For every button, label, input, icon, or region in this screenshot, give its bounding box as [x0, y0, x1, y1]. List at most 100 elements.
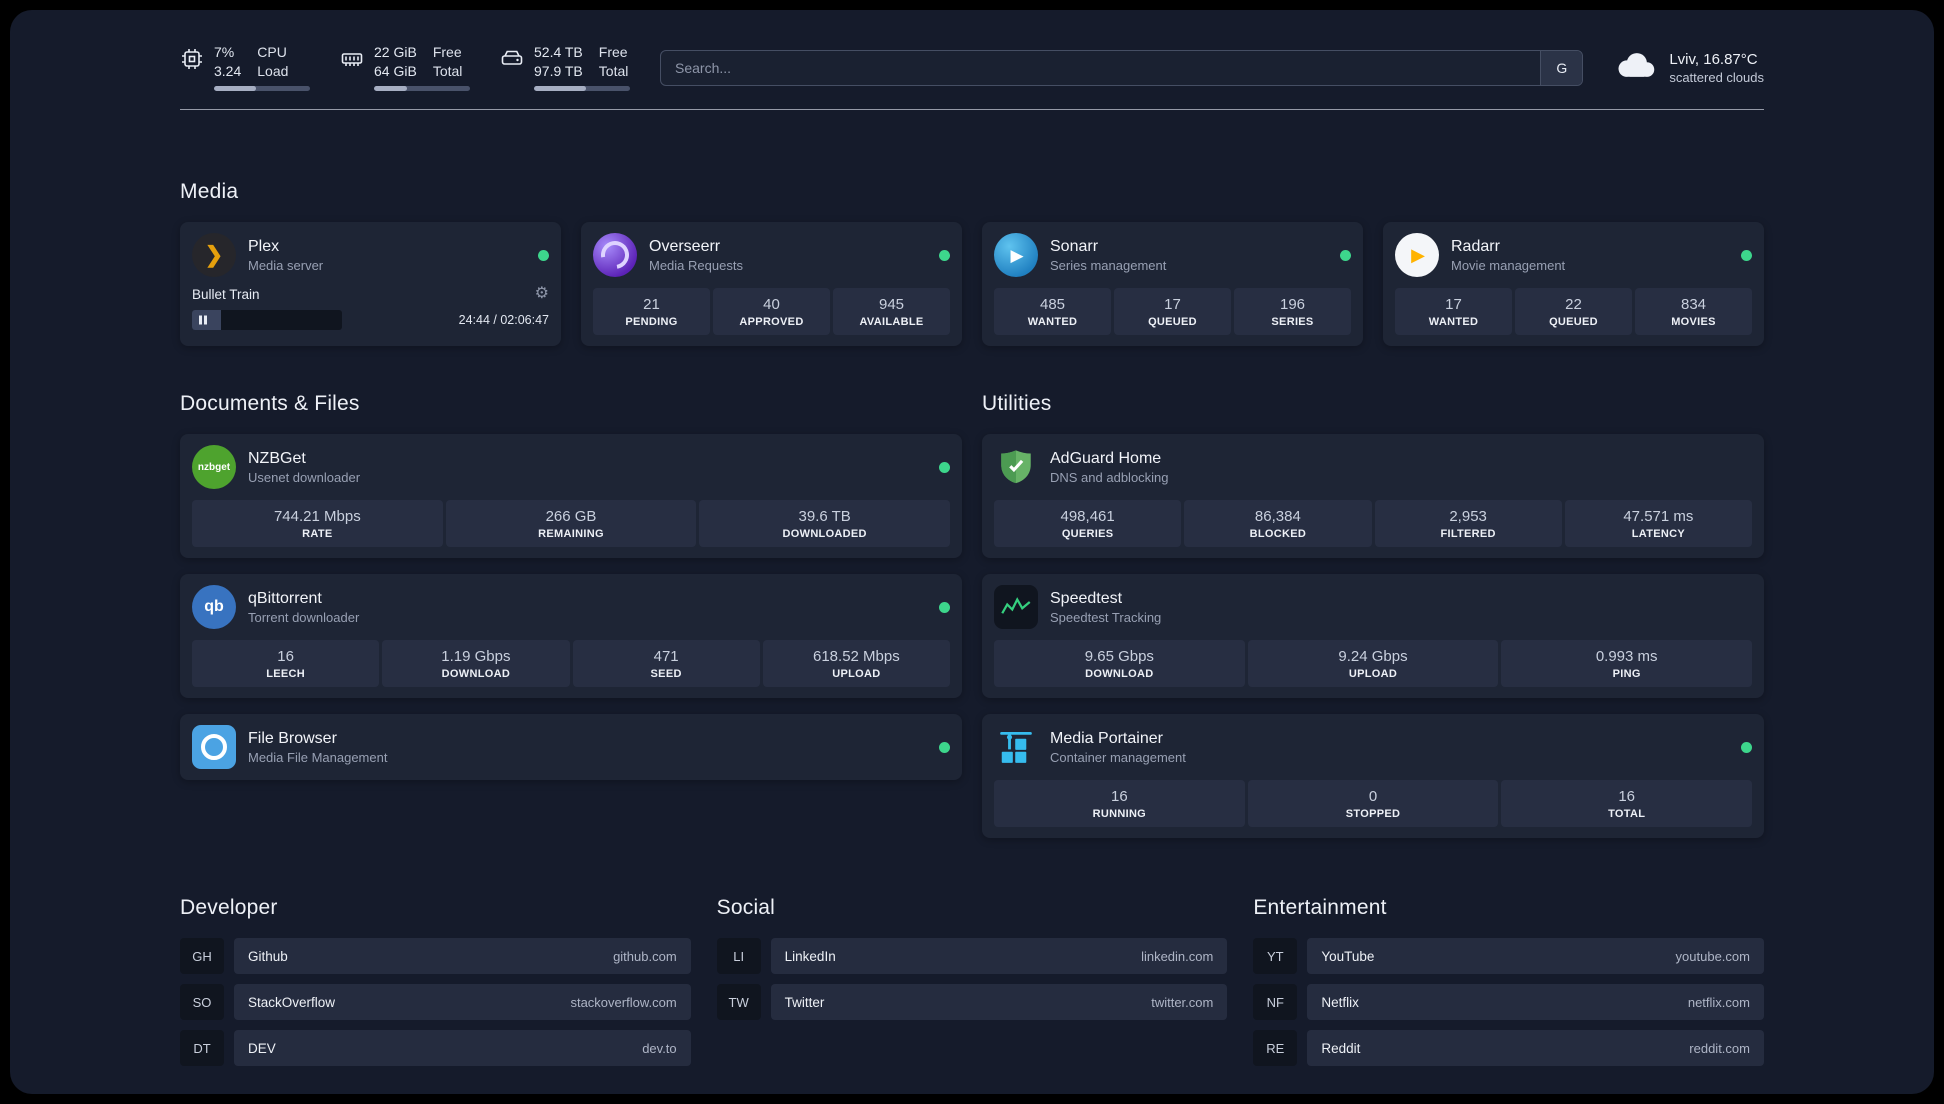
header-divider: [180, 109, 1764, 111]
bookmark-group-title: Entertainment: [1253, 896, 1387, 920]
bookmark-name: Github: [248, 948, 288, 964]
app-card-radarr[interactable]: ▶ Radarr Movie management 17 WANTED 22 QUE…: [1383, 222, 1764, 347]
stat-box: 39.6 TB DOWNLOADED: [699, 500, 951, 548]
app-card-overseerr[interactable]: Overseerr Media Requests 21 PENDING 40 APP…: [581, 222, 962, 347]
stat-box: 16 TOTAL: [1501, 780, 1753, 828]
app-subtitle: Media Requests: [649, 257, 743, 273]
app-card-speedtest[interactable]: Speedtest Speedtest Tracking 9.65 Gbps DO…: [982, 574, 1764, 699]
bookmark-url: linkedin.com: [1141, 948, 1214, 964]
stat-box: 9.65 Gbps DOWNLOAD: [994, 640, 1245, 688]
playback-progress-bar[interactable]: [192, 310, 342, 331]
stat-box: 471 SEED: [572, 640, 760, 688]
disk-icon: [500, 47, 524, 71]
nzbget-icon: nzbget: [192, 445, 236, 490]
bookmark-github[interactable]: GH Github github.com: [180, 938, 691, 975]
bookmark-linkedin[interactable]: LI LinkedIn linkedin.com: [716, 938, 1228, 975]
filebrowser-icon: [192, 725, 236, 770]
dashboard: 7% 3.24 CPU Load 22 GiB 64 GiB Free Tota…: [10, 10, 1934, 1094]
gear-icon[interactable]: ⚙: [535, 286, 549, 302]
stat-box: 47.571 ms LATENCY: [1564, 500, 1752, 548]
bookmark-group-social: Social LI LinkedIn linkedin.com TW Twitte…: [716, 896, 1228, 1066]
bookmark-name: Twitter: [784, 994, 825, 1010]
cloud-icon: [1613, 50, 1657, 85]
stat-box: 266 GB REMAINING: [445, 500, 697, 548]
bookmark-url: dev.to: [642, 1040, 677, 1056]
bookmark-abbr: RE: [1253, 1030, 1298, 1067]
bookmark-abbr: DT: [180, 1030, 224, 1067]
stat-box: 40 APPROVED: [713, 288, 830, 336]
bookmark-twitter[interactable]: TW Twitter twitter.com: [716, 984, 1228, 1021]
pause-icon[interactable]: [199, 315, 207, 325]
stat-box: 17 WANTED: [1395, 288, 1512, 336]
cpu-percent: 7%: [214, 44, 235, 60]
app-card-adguard[interactable]: AdGuard Home DNS and adblocking 498,461 Q…: [982, 434, 1764, 559]
stat-box: 16 LEECH: [192, 640, 380, 688]
bookmark-abbr: TW: [716, 984, 761, 1021]
memory-total-label: Total: [432, 63, 463, 80]
disk-total-value: 97.9 TB: [534, 63, 583, 80]
section-title-documents: Documents & Files: [180, 392, 360, 416]
bookmark-name: StackOverflow: [248, 994, 336, 1010]
bookmark-abbr: NF: [1253, 984, 1298, 1021]
bookmark-url: twitter.com: [1151, 994, 1214, 1010]
disk-progress-fill: [534, 86, 586, 92]
bookmark-abbr: GH: [180, 938, 224, 975]
disk-usage-widget: 52.4 TB 97.9 TB Free Total: [500, 44, 630, 92]
bookmark-dev[interactable]: DT DEV dev.to: [180, 1030, 691, 1067]
memory-progress-fill: [374, 86, 407, 92]
disk-free-value: 52.4 TB: [534, 44, 583, 60]
bookmark-url: netflix.com: [1687, 994, 1750, 1010]
search-input[interactable]: [660, 49, 1584, 86]
app-name: Speedtest: [1050, 589, 1123, 607]
bookmark-url: github.com: [613, 948, 677, 964]
cpu-progress-fill: [214, 86, 257, 92]
qbittorrent-icon: qb: [192, 585, 236, 630]
bookmark-name: DEV: [248, 1040, 276, 1056]
bookmark-stackoverflow[interactable]: SO StackOverflow stackoverflow.com: [180, 984, 691, 1021]
bookmark-reddit[interactable]: RE Reddit reddit.com: [1253, 1030, 1764, 1067]
app-subtitle: Movie management: [1451, 257, 1566, 273]
status-dot: [939, 741, 950, 753]
stat-box: 1.19 Gbps DOWNLOAD: [382, 640, 570, 688]
app-card-portainer[interactable]: Media Portainer Container management 16 R…: [982, 714, 1764, 839]
app-subtitle: DNS and adblocking: [1050, 469, 1169, 485]
app-name: Media Portainer: [1050, 729, 1163, 747]
cpu-progress-bar: [214, 86, 310, 92]
app-card-filebrowser[interactable]: File Browser Media File Management: [180, 714, 962, 781]
adguard-icon: [994, 445, 1038, 489]
app-card-plex[interactable]: ❯ Plex Media server Bullet Train ⚙ 24:44…: [180, 222, 561, 347]
stat-box: 0 STOPPED: [1247, 780, 1499, 828]
bookmark-url: reddit.com: [1689, 1040, 1750, 1056]
disk-progress-bar: [534, 86, 630, 92]
stat-box: 618.52 Mbps UPLOAD: [762, 640, 950, 688]
bookmark-group-title: Developer: [180, 896, 278, 920]
bookmark-netflix[interactable]: NF Netflix netflix.com: [1253, 984, 1764, 1021]
disk-total-label: Total: [598, 63, 629, 80]
weather-location: Lviv, 16.87°C: [1669, 50, 1758, 68]
bookmark-url: stackoverflow.com: [570, 994, 677, 1010]
overseerr-icon: [593, 233, 637, 278]
bookmark-name: LinkedIn: [784, 948, 836, 964]
app-card-nzbget[interactable]: nzbget NZBGet Usenet downloader 744.21 M…: [180, 434, 962, 559]
bookmark-youtube[interactable]: YT YouTube youtube.com: [1253, 938, 1764, 975]
memory-icon: [340, 47, 364, 71]
top-bar: 7% 3.24 CPU Load 22 GiB 64 GiB Free Tota…: [180, 10, 1764, 92]
stat-box: 485 WANTED: [994, 288, 1111, 336]
cpu-label: CPU: [257, 44, 287, 60]
app-card-qbittorrent[interactable]: qb qBittorrent Torrent downloader 16 LEEC…: [180, 574, 962, 699]
app-subtitle: Series management: [1050, 257, 1167, 273]
app-name: qBittorrent: [248, 589, 322, 607]
app-subtitle: Usenet downloader: [248, 469, 361, 485]
section-documents: Documents & Files nzbget NZBGet Usenet d…: [180, 392, 962, 838]
app-card-sonarr[interactable]: ▶ Sonarr Series management 485 WANTED 17 Q…: [982, 222, 1363, 347]
bookmark-abbr: YT: [1253, 938, 1298, 975]
stat-box: 9.24 Gbps UPLOAD: [1247, 640, 1499, 688]
stat-box: 17 QUEUED: [1114, 288, 1231, 336]
search-engine-button[interactable]: G: [1540, 50, 1583, 85]
section-title-media: Media: [180, 180, 239, 204]
status-dot: [939, 249, 950, 261]
search-bar: G: [660, 49, 1584, 86]
stat-box: 86,384 BLOCKED: [1184, 500, 1372, 548]
sonarr-icon: ▶: [994, 233, 1038, 278]
cpu-load-label: Load: [257, 63, 289, 80]
